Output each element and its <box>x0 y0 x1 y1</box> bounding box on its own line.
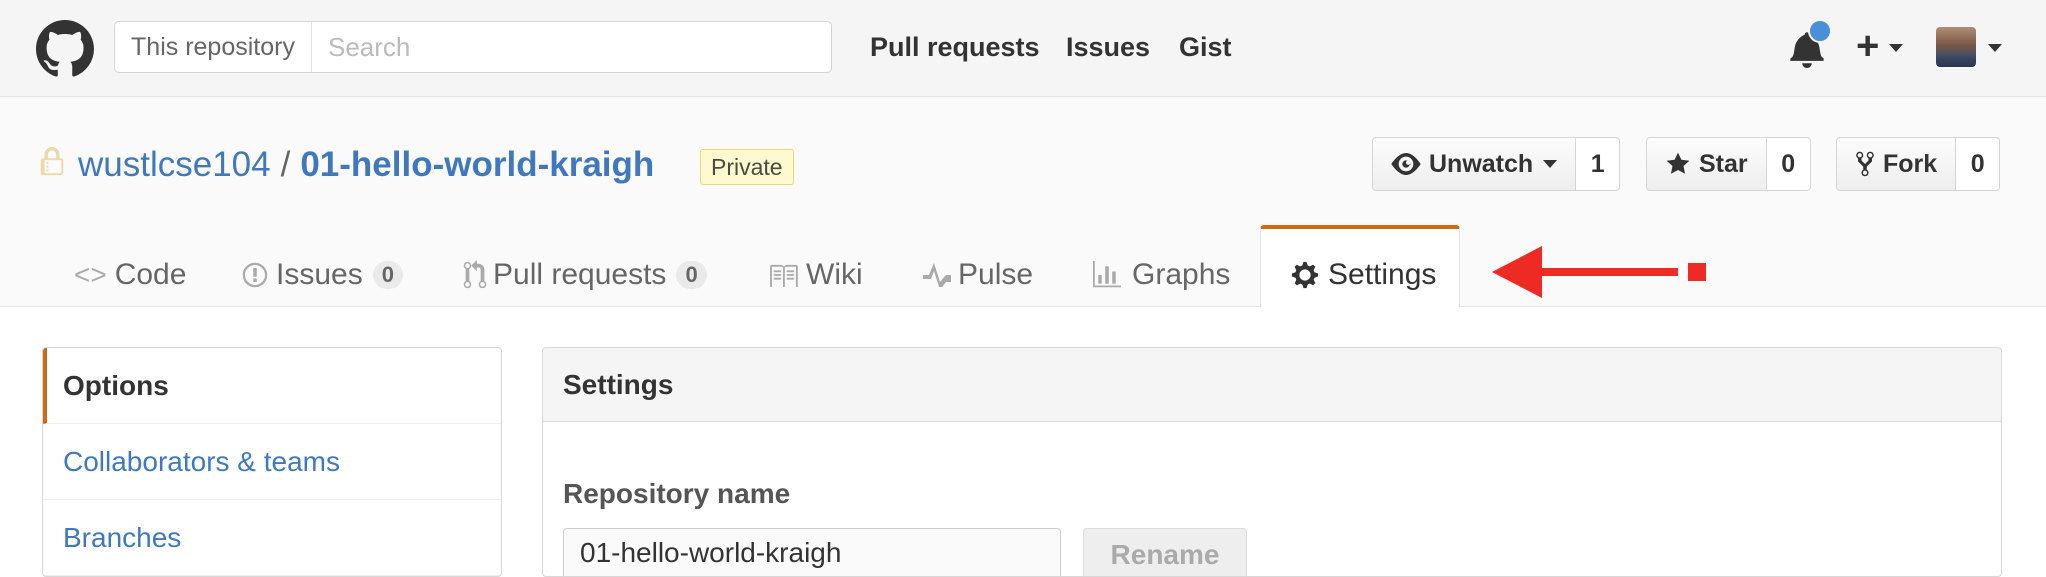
tab-pull-requests-label: Pull requests <box>493 258 667 291</box>
gear-icon <box>1291 261 1319 289</box>
eye-icon <box>1391 153 1421 175</box>
search-box: This repository <box>114 21 832 73</box>
unwatch-caret-icon <box>1543 160 1558 168</box>
tab-pulse-label: Pulse <box>958 258 1034 291</box>
lock-icon <box>40 147 64 176</box>
tab-code[interactable]: <> Code <box>74 245 186 305</box>
watch-button-group: Unwatch 1 <box>1372 137 1621 191</box>
private-badge: Private <box>700 149 794 185</box>
stargazers-count[interactable]: 0 <box>1766 137 1811 191</box>
annotation-arrow-icon <box>1492 246 1706 298</box>
unread-notification-indicator <box>1808 19 1832 43</box>
rename-button[interactable]: Rename <box>1083 528 1247 576</box>
repo-path-separator: / <box>280 145 291 184</box>
watchers-count[interactable]: 1 <box>1576 137 1621 191</box>
nav-gist[interactable]: Gist <box>1179 30 1232 64</box>
tab-pull-requests[interactable]: Pull requests 0 <box>463 245 707 305</box>
menu-item-options[interactable]: Options <box>43 348 501 424</box>
tab-code-label: Code <box>114 258 187 291</box>
create-new-icon[interactable]: + <box>1856 26 1879 66</box>
repository-name-input[interactable]: 01-hello-world-kraigh <box>563 528 1061 576</box>
user-menu-caret-icon[interactable] <box>1988 44 2002 52</box>
forks-count[interactable]: 0 <box>1956 137 2001 191</box>
settings-panel-title: Settings <box>543 348 2001 422</box>
tab-issues[interactable]: Issues 0 <box>242 245 403 305</box>
tab-pulse[interactable]: Pulse <box>922 245 1033 305</box>
tab-issues-label: Issues <box>276 258 363 291</box>
fork-label: Fork <box>1883 149 1938 178</box>
fork-icon <box>1856 151 1874 177</box>
repository-header: wustlcse104/01-hello-world-kraigh Privat… <box>0 97 2046 307</box>
top-header: This repository Pull requests Issues Gis… <box>0 0 2046 97</box>
github-logo-icon[interactable] <box>36 20 94 78</box>
star-button[interactable]: Star <box>1646 137 1767 191</box>
pulse-icon <box>923 263 951 287</box>
search-scope-label[interactable]: This repository <box>115 22 312 72</box>
repo-name-link[interactable]: 01-hello-world-kraigh <box>300 145 654 184</box>
unwatch-button[interactable]: Unwatch <box>1372 137 1577 191</box>
tab-wiki-label: Wiki <box>806 258 863 291</box>
menu-item-branches-link[interactable]: Branches <box>63 522 181 553</box>
fork-button[interactable]: Fork <box>1836 137 1957 191</box>
graph-icon <box>1093 261 1121 288</box>
search-input[interactable] <box>312 22 822 72</box>
code-icon: <> <box>74 259 107 290</box>
star-label: Star <box>1699 149 1748 178</box>
avatar[interactable] <box>1936 27 1976 67</box>
tab-pull-requests-count: 0 <box>676 261 707 289</box>
tab-settings-content[interactable]: Settings <box>1290 245 1436 305</box>
tab-settings-label: Settings <box>1328 258 1437 291</box>
settings-panel: Settings Repository name 01-hello-world-… <box>542 347 2002 577</box>
nav-issues[interactable]: Issues <box>1066 30 1150 64</box>
book-icon <box>770 264 798 287</box>
issue-icon <box>242 262 268 288</box>
star-button-group: Star 0 <box>1646 137 1811 191</box>
repo-owner-link[interactable]: wustlcse104 <box>78 145 271 184</box>
menu-item-collaborators-link[interactable]: Collaborators & teams <box>63 446 340 477</box>
menu-item-branches[interactable]: Branches <box>43 500 501 576</box>
star-icon <box>1666 152 1690 174</box>
tab-graphs[interactable]: Graphs <box>1092 245 1230 305</box>
repository-title: wustlcse104/01-hello-world-kraigh <box>78 144 654 186</box>
menu-item-collaborators[interactable]: Collaborators & teams <box>43 424 501 500</box>
pull-request-icon <box>463 260 487 289</box>
tab-issues-count: 0 <box>372 261 403 289</box>
nav-pull-requests[interactable]: Pull requests <box>870 30 1040 64</box>
create-new-caret-icon[interactable] <box>1889 44 1903 52</box>
tab-wiki[interactable]: Wiki <box>768 245 863 305</box>
fork-button-group: Fork 0 <box>1836 137 2001 191</box>
repository-name-label: Repository name <box>563 478 791 509</box>
settings-sidebar-menu: Options Collaborators & teams Branches <box>42 347 502 577</box>
unwatch-label: Unwatch <box>1429 149 1534 178</box>
tab-graphs-label: Graphs <box>1132 258 1231 291</box>
